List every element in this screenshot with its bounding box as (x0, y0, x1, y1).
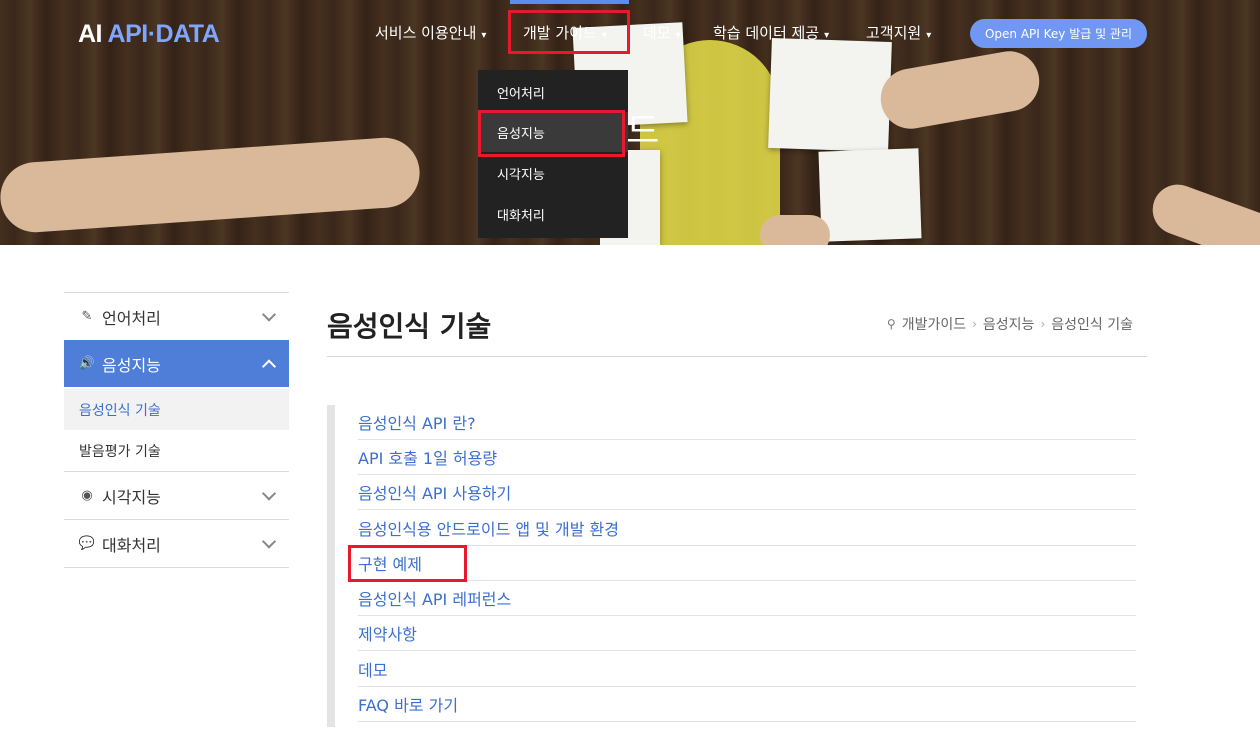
chevron-down-icon (261, 485, 277, 501)
sidebar-group-label: 시각지능 (102, 487, 161, 507)
hero-banner: AI API·DATA 서비스 이용안내 ▾ 개발 가이드 ▾ 데모 ▾ 학습 데이터… (0, 0, 1260, 245)
breadcrumb-item[interactable]: 개발가이드 (902, 314, 966, 334)
dropdown-item-dialogue[interactable]: 대화처리 (478, 194, 628, 234)
breadcrumb: ⚲ 개발가이드 › 음성지능 › 음성인식 기술 (887, 314, 1133, 334)
sidebar-group-label: 언어처리 (102, 308, 161, 328)
breadcrumb-item[interactable]: 음성지능 (983, 314, 1035, 334)
breadcrumb-separator: › (1040, 317, 1046, 331)
nav-label: 고객지원 (866, 24, 922, 42)
toc-link[interactable]: 음성인식 API 사용하기 (358, 475, 1136, 510)
highlight-box-dropdown (478, 110, 625, 157)
logo-prefix: AI (78, 20, 108, 48)
nav-active-indicator (510, 0, 629, 4)
sidebar-group-language[interactable]: ✎ 언어처리 (64, 292, 289, 340)
chevron-down-icon (261, 533, 277, 549)
breadcrumb-separator: › (972, 317, 977, 331)
toc-link[interactable]: FAQ 바로 가기 (358, 687, 1136, 722)
toc-link[interactable]: 음성인식 API 란? (358, 405, 1136, 440)
chevron-up-icon (261, 358, 277, 374)
toc-link[interactable]: 음성인식용 안드로이드 앱 및 개발 환경 (358, 511, 1136, 546)
sidebar-item-pronunciation[interactable]: 발음평가 기술 (64, 430, 289, 471)
sidebar-divider (64, 567, 289, 568)
logo-suffix: API·DATA (107, 20, 220, 48)
nav-label: 데모 (643, 24, 671, 42)
dropdown-item-vision[interactable]: 시각지능 (478, 153, 628, 193)
toc-link[interactable]: 데모 (358, 652, 1136, 687)
toc-link[interactable]: API 호출 1일 허용량 (358, 440, 1136, 475)
toc-link-implementation-example[interactable]: 구현 예제 (358, 546, 1136, 581)
sidebar-group-speech[interactable]: 🔊 음성지능 (64, 340, 289, 387)
sidebar-group-dialogue[interactable]: 💬 대화처리 (64, 519, 289, 567)
dropdown-item-language[interactable]: 언어처리 (478, 72, 628, 112)
map-pin-icon: ⚲ (886, 317, 896, 331)
page-title: 음성인식 기술 (327, 310, 492, 343)
breadcrumb-item-current: 음성인식 기술 (1051, 317, 1133, 333)
caret-down-icon: ▾ (824, 30, 830, 41)
caret-down-icon: ▾ (675, 30, 681, 41)
title-divider (327, 356, 1147, 357)
api-key-button[interactable]: Open API Key 발급 및 관리 (970, 19, 1147, 48)
highlight-box-nav (508, 10, 630, 54)
caret-down-icon: ▾ (926, 30, 932, 41)
sidebar-group-label: 대화처리 (102, 535, 161, 555)
chat-icon: 💬 (78, 536, 96, 551)
nav-item-service-guide[interactable]: 서비스 이용안내 ▾ (375, 22, 486, 43)
pencil-icon: ✎ (81, 309, 93, 324)
nav-item-demo[interactable]: 데모 ▾ (643, 22, 681, 43)
chevron-down-icon (261, 306, 277, 322)
sidebar-group-vision[interactable]: ◉ 시각지능 (64, 471, 289, 519)
caret-down-icon: ▾ (481, 30, 487, 41)
toc-link[interactable]: 제약사항 (358, 616, 1136, 651)
highlight-box-toc (348, 545, 467, 582)
site-logo[interactable]: AI API·DATA (78, 20, 220, 49)
speaker-icon: 🔊 (78, 356, 96, 371)
nav-label: 서비스 이용안내 (375, 24, 477, 42)
nav-item-support[interactable]: 고객지원 ▾ (866, 22, 931, 43)
sidebar-item-speech-recognition[interactable]: 음성인식 기술 (64, 389, 289, 430)
eye-icon: ◉ (81, 488, 93, 503)
toc-link[interactable]: 음성인식 API 레퍼런스 (358, 581, 1136, 616)
sidebar-group-label: 음성지능 (102, 355, 161, 375)
nav-label: 학습 데이터 제공 (713, 24, 820, 42)
nav-item-training-data[interactable]: 학습 데이터 제공 ▾ (713, 22, 829, 43)
